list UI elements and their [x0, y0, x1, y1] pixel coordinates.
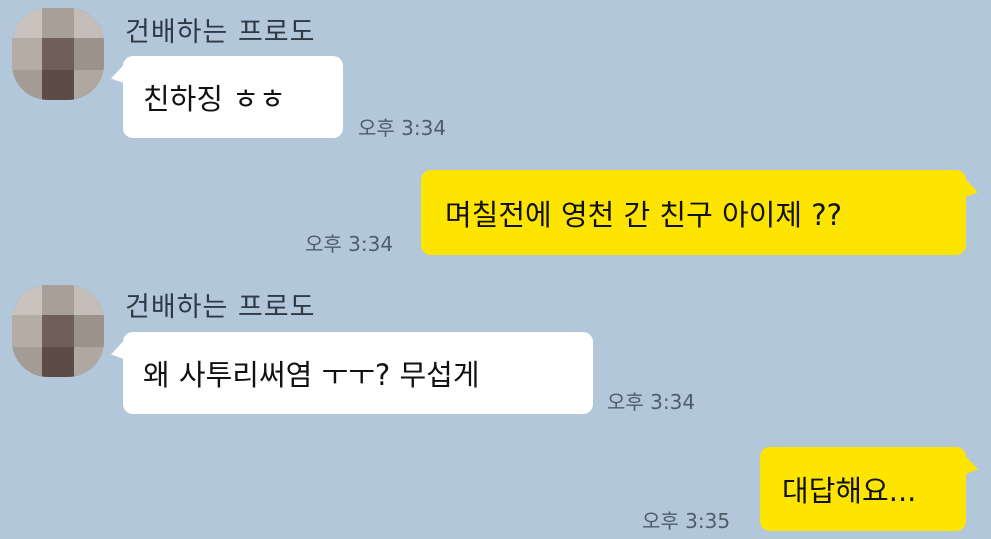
message-text: 친하징 ㅎㅎ [143, 82, 286, 116]
message-text: 며칠전에 영천 간 친구 아이제 ?? [445, 197, 843, 232]
message-time: 오후 3:34 [607, 390, 696, 414]
sender-name: 건배하는 프로도 [125, 292, 316, 323]
sender-avatar[interactable] [12, 8, 104, 100]
message-text: 왜 사투리써염 ㅜㅜ? 무섭게 [143, 358, 480, 392]
message-text: 대답해요... [782, 474, 917, 508]
message-bubble-sent[interactable]: 며칠전에 영천 간 친구 아이제 ?? [421, 170, 966, 255]
sender-name: 건배하는 프로도 [125, 17, 316, 48]
message-bubble-received[interactable]: 친하징 ㅎㅎ [123, 56, 343, 138]
message-time: 오후 3:34 [358, 116, 447, 140]
message-time: 오후 3:34 [305, 232, 394, 256]
message-bubble-received[interactable]: 왜 사투리써염 ㅜㅜ? 무섭게 [123, 332, 593, 414]
sender-avatar[interactable] [12, 285, 104, 377]
message-time: 오후 3:35 [642, 509, 731, 533]
message-bubble-sent[interactable]: 대답해요... [760, 447, 966, 531]
chat-message-list[interactable]: 건배하는 프로도 친하징 ㅎㅎ 오후 3:34 오후 3:34 며칠전에 영천 … [0, 0, 991, 539]
